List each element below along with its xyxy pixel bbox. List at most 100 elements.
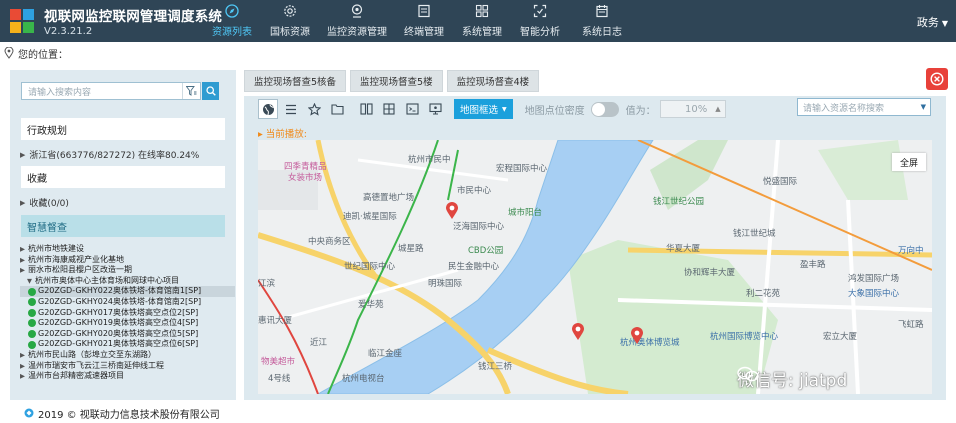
camera-icon xyxy=(28,319,36,328)
map-label: 高德置地广场 xyxy=(363,193,415,203)
favorite-button[interactable] xyxy=(304,99,324,119)
nav-monitor-resource-mgmt[interactable]: 监控资源管理 xyxy=(320,0,394,42)
search-input[interactable]: 请输入搜索内容 xyxy=(22,85,182,98)
caret-up-icon[interactable]: ▲ xyxy=(715,105,720,113)
map-label: 4号线 xyxy=(268,374,291,384)
search-button[interactable] xyxy=(202,82,219,100)
map-view[interactable]: 四季青精品 女装市场 杭州市民中 市民中心 宏程国际中心 高德置地广场 迪凯·城… xyxy=(258,140,932,394)
section-favorites[interactable]: 收藏 xyxy=(21,166,225,188)
value-stepper[interactable]: 10% ▲ xyxy=(659,100,726,118)
monitor-icon xyxy=(428,103,442,115)
map-view-button[interactable] xyxy=(258,99,278,119)
camera-marker-icon[interactable] xyxy=(571,323,585,341)
split-columns-icon xyxy=(359,103,373,115)
map-label: 城星路 xyxy=(398,244,424,254)
camera-node[interactable]: G20ZGD-GKHY019奥体铁塔高空点位4[SP] xyxy=(20,318,235,329)
resource-search-select[interactable]: 请输入资源名称搜索 ▼ xyxy=(797,98,931,116)
compass-icon xyxy=(225,4,239,18)
terminal-icon xyxy=(418,4,430,18)
search-box[interactable]: 请输入搜索内容 xyxy=(21,82,201,100)
camera-node[interactable]: G20ZGD-GKHY022奥体铁塔-体育馆南1[SP] xyxy=(20,286,235,297)
console-button[interactable] xyxy=(402,99,422,119)
map-select-dropdown[interactable]: 地图框选 ▼ xyxy=(454,99,513,119)
map-label: 迪凯·城星国际 xyxy=(343,212,397,222)
tree-node[interactable]: ▶ 杭州市地铁建设 xyxy=(20,244,235,255)
nav-system-log[interactable]: 系统日志 xyxy=(570,0,634,42)
folder-button[interactable] xyxy=(327,99,347,119)
location-bar: 您的位置： xyxy=(0,42,956,64)
caret-right-icon: ▶ xyxy=(20,150,26,159)
favorites-item[interactable]: ▶ 收藏(0/0) xyxy=(20,196,69,210)
map-label: 市民中心 xyxy=(457,186,492,196)
density-label: 地图点位密度 xyxy=(524,105,585,117)
close-icon xyxy=(930,72,944,86)
grid-icon xyxy=(475,4,489,18)
map-label: 明珠国际 xyxy=(428,279,463,289)
tree-node[interactable]: ▶ 温州市瑞安市飞云江三桥南延伸线工程 xyxy=(20,361,235,372)
fullscreen-button[interactable]: 全屏 xyxy=(892,153,926,171)
map-label: 盈丰路 xyxy=(800,260,826,270)
caret-right-icon: ▶ xyxy=(20,198,26,207)
section-admin-region[interactable]: 行政规划 xyxy=(21,118,225,140)
app-title: 视联网监控联网管理调度系统 xyxy=(44,9,223,25)
map-label: 物美超市 xyxy=(261,357,296,367)
map-label: 城市阳台 xyxy=(508,208,543,218)
wechat-icon xyxy=(737,366,759,382)
density-toggle[interactable] xyxy=(590,101,619,117)
camera-node[interactable]: G20ZGD-GKHY024奥体铁塔-体育馆南2[SP] xyxy=(20,297,235,308)
tab-view-2[interactable]: 监控现场督查5楼 xyxy=(350,70,443,92)
grid-layout-icon xyxy=(383,103,395,115)
nav-resource-list[interactable]: 资源列表 xyxy=(204,0,260,42)
map-label: 华夏大厦 xyxy=(666,244,701,254)
split-4-button[interactable] xyxy=(379,99,399,119)
map-label: 鸿发国际广场 xyxy=(848,274,900,284)
brand: 视联网监控联网管理调度系统 V2.3.21.2 xyxy=(44,5,222,37)
sidebar: 请输入搜索内容 行政规划 ▶ 浙江省(663776/827272) 在线率80.… xyxy=(10,70,236,400)
map-label: 惠讯大厦 xyxy=(258,316,293,326)
tab-view-3[interactable]: 监控现场督查4楼 xyxy=(446,70,540,92)
camera-node[interactable]: G20ZGD-GKHY020奥体铁塔高空点位5[SP] xyxy=(20,329,235,340)
star-icon xyxy=(307,102,321,116)
admin-region-item[interactable]: ▶ 浙江省(663776/827272) 在线率80.24% xyxy=(20,148,199,162)
monitor-button[interactable] xyxy=(425,99,445,119)
map-label: 杭州电视台 xyxy=(342,374,385,384)
tree-node[interactable]: ▶ 杭州市海康威视产业化基地 xyxy=(20,255,235,266)
nav-terminal-mgmt[interactable]: 终端管理 xyxy=(394,0,454,42)
app-version: V2.3.21.2 xyxy=(44,26,93,37)
split-2-button[interactable] xyxy=(356,99,376,119)
nav-system-mgmt[interactable]: 系统管理 xyxy=(454,0,510,42)
camera-marker-icon[interactable] xyxy=(445,202,459,220)
section-smart-supervision[interactable]: 智慧督查 xyxy=(21,215,225,237)
folder-icon xyxy=(330,104,344,115)
camera-icon xyxy=(28,298,36,307)
camera-node[interactable]: G20ZGD-GKHY021奥体铁塔高空点位6[SP] xyxy=(20,339,235,350)
camera-marker-icon[interactable] xyxy=(630,327,644,345)
location-pin-icon xyxy=(4,47,14,59)
list-view-button[interactable] xyxy=(281,99,301,119)
tree-node[interactable]: ▶ 杭州市民山路（彭埠立交至东湖路） xyxy=(20,350,235,361)
tree-node[interactable]: ▶ 丽水市松阳县樱户区改造一期 xyxy=(20,265,235,276)
map-label: 飞虹路 xyxy=(898,320,924,330)
filter-icon[interactable] xyxy=(182,83,200,99)
user-menu[interactable]: 政务 ▼ xyxy=(917,14,948,30)
tab-view-1[interactable]: 监控现场督查5核备 xyxy=(244,70,347,92)
close-button[interactable] xyxy=(926,68,948,90)
map-label: 悦盛国际 xyxy=(763,177,798,187)
list-icon xyxy=(286,104,296,114)
map-label: 协和辉丰大厦 xyxy=(684,268,736,278)
camera-node[interactable]: G20ZGD-GKHY017奥体铁塔高空点位2[SP] xyxy=(20,308,235,319)
current-play-label: ▸ 当前播放: xyxy=(258,129,307,140)
nav-gb-resource[interactable]: 国标资源 xyxy=(260,0,320,42)
map-label: 民生金融中心 xyxy=(448,262,500,272)
nav-smart-analysis[interactable]: 智能分析 xyxy=(510,0,570,42)
map-label: 杭州市民中 xyxy=(408,155,451,165)
view-tabs: 监控现场督查5核备 监控现场督查5楼 监控现场督查4楼 xyxy=(244,70,543,92)
tree-node[interactable]: ▶ 温州市台邦精密减速器项目 xyxy=(20,371,235,382)
map-label: 大象国际中心 xyxy=(848,289,900,299)
map-toolbar: 地图框选 ▼ 地图点位密度 值为： 10% ▲ xyxy=(258,98,726,120)
wechat-watermark: 微信号: jiatpd xyxy=(737,366,847,391)
app-logo xyxy=(10,9,34,33)
globe-icon xyxy=(262,103,274,115)
tree-node-expanded[interactable]: ▼ 杭州市奥体中心主体育场和网球中心项目 xyxy=(20,276,235,287)
map-label: 钱江三桥 xyxy=(478,362,513,372)
